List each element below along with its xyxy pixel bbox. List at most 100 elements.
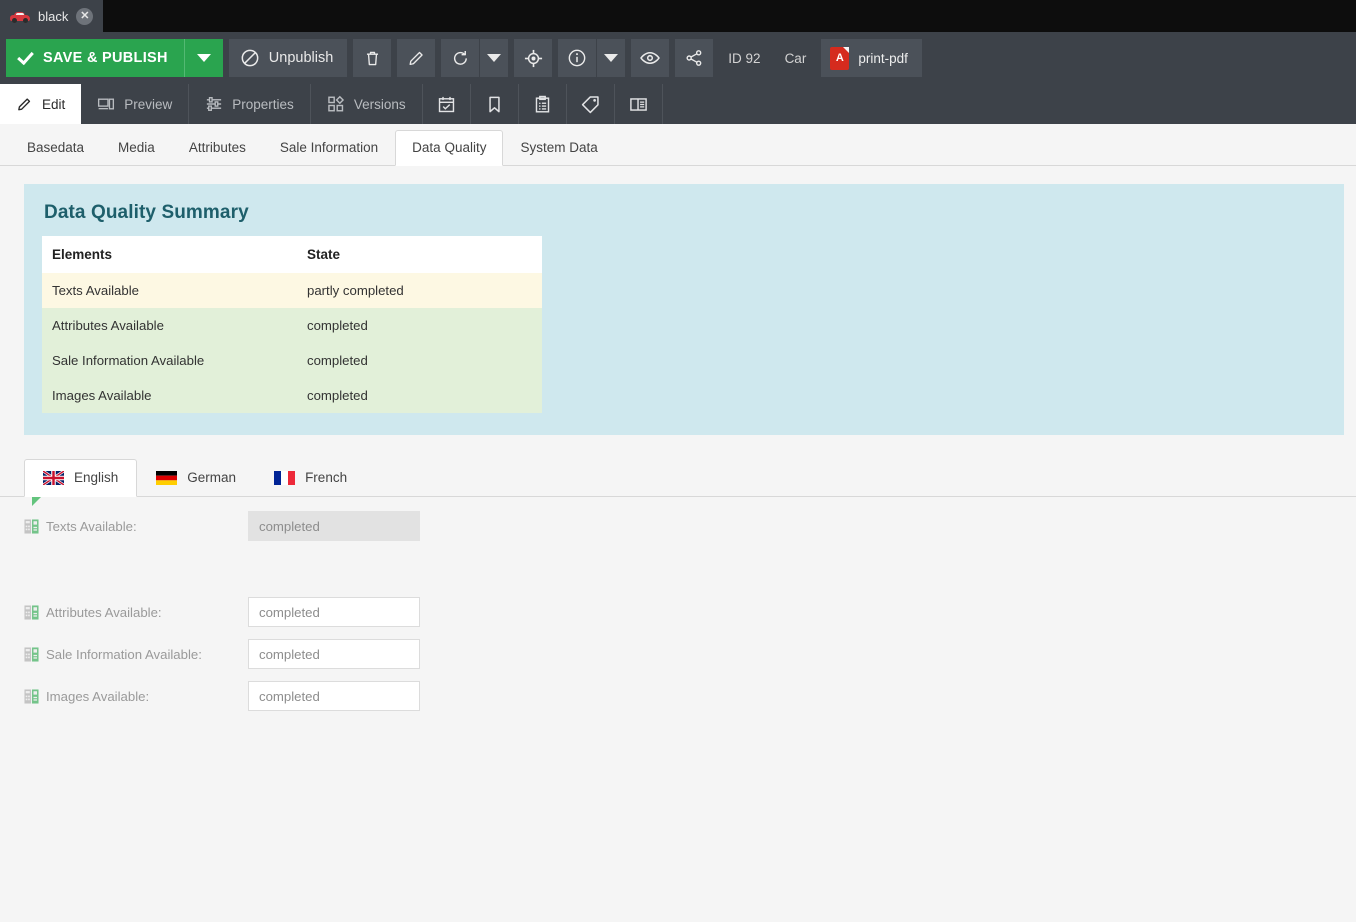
language-tab-german[interactable]: German — [137, 459, 255, 497]
no-entry-icon — [241, 49, 259, 67]
save-and-publish-label: SAVE & PUBLISH — [43, 50, 168, 66]
column-header-state: State — [297, 236, 542, 273]
tab-edit[interactable]: Edit — [0, 84, 82, 124]
calculator-icon — [24, 518, 39, 534]
field-row-images-available: Images Available: completed — [24, 681, 1356, 711]
share-icon — [686, 50, 702, 66]
field-label: Attributes Available: — [46, 604, 162, 620]
row-state: completed — [297, 308, 542, 343]
book-panel-icon — [629, 97, 647, 111]
clipboard-list-icon — [535, 95, 549, 112]
field-label: Sale Information Available: — [46, 646, 202, 662]
sub-tabs: Basedata Media Attributes Sale Informati… — [0, 124, 1356, 166]
save-and-publish-label-wrap[interactable]: SAVE & PUBLISH — [6, 39, 184, 77]
field-value-sale-information-available[interactable]: completed — [248, 639, 420, 669]
print-pdf-button[interactable]: A print-pdf — [821, 39, 922, 77]
row-state: completed — [297, 378, 542, 413]
tab-tasks[interactable] — [519, 84, 567, 124]
subtab-basedata[interactable]: Basedata — [10, 130, 101, 166]
browser-tab-strip: black ✕ — [0, 0, 1356, 32]
close-icon[interactable]: ✕ — [76, 7, 94, 25]
field-value-images-available[interactable]: completed — [248, 681, 420, 711]
document-tab[interactable]: black ✕ — [0, 0, 104, 32]
field-label: Texts Available: — [46, 518, 137, 534]
table-header-row: Elements State — [42, 236, 542, 273]
trash-icon — [366, 51, 378, 65]
data-quality-summary-title: Data Quality Summary — [44, 202, 249, 223]
content-area: Data Quality Summary Elements State Text… — [0, 184, 1356, 922]
field-row-attributes-available: Attributes Available: completed — [24, 597, 1356, 627]
field-label-wrap: Attributes Available: — [24, 605, 248, 620]
tab-edit-label: Edit — [42, 96, 66, 112]
caret-down-icon — [604, 54, 619, 62]
subtab-attributes[interactable]: Attributes — [172, 130, 263, 166]
edit-button[interactable] — [397, 39, 436, 77]
flag-de-icon — [156, 470, 178, 485]
object-type-label: Car — [784, 50, 807, 66]
subtab-system-data[interactable]: System Data — [503, 130, 614, 166]
field-value-texts-available[interactable]: completed — [248, 511, 420, 541]
field-row-texts-available: Texts Available: completed — [24, 497, 1356, 541]
pencil-icon — [18, 97, 31, 110]
preview-button[interactable] — [631, 39, 670, 77]
language-tab-german-label: German — [187, 470, 237, 485]
column-header-elements: Elements — [42, 236, 297, 273]
devices-icon — [98, 98, 115, 110]
tab-preview[interactable]: Preview — [81, 84, 190, 124]
field-value-attributes-available[interactable]: completed — [248, 597, 420, 627]
tab-versions-label: Versions — [353, 96, 406, 112]
tab-schedule[interactable] — [423, 84, 471, 124]
tab-tags[interactable] — [567, 84, 615, 124]
bookmark-icon — [488, 96, 500, 112]
document-tab-title: black — [38, 8, 69, 24]
tab-preview-label: Preview — [124, 96, 173, 112]
tab-layout[interactable] — [615, 84, 663, 124]
row-state: partly completed — [297, 273, 542, 308]
info-button[interactable] — [558, 39, 597, 77]
data-quality-summary-table: Elements State Texts Available partly co… — [42, 236, 542, 413]
field-label-wrap: Texts Available: — [24, 519, 248, 534]
locate-button[interactable] — [514, 39, 553, 77]
reload-dropdown-button[interactable] — [480, 39, 509, 77]
tab-properties[interactable]: Properties — [189, 84, 311, 124]
language-tabs: English German French — [0, 459, 1356, 497]
tab-versions[interactable]: Versions — [311, 84, 423, 124]
language-tab-english-label: English — [74, 470, 119, 485]
table-row: Texts Available partly completed — [42, 273, 542, 308]
save-and-publish-button[interactable]: SAVE & PUBLISH — [6, 39, 223, 77]
pdf-icon: A — [830, 46, 850, 70]
calculator-icon — [24, 688, 39, 704]
language-tab-french[interactable]: French — [255, 459, 366, 497]
row-element: Texts Available — [42, 273, 297, 308]
save-dropdown-button[interactable] — [185, 39, 223, 77]
reload-button[interactable] — [441, 39, 480, 77]
field-label-wrap: Sale Information Available: — [24, 647, 248, 662]
info-dropdown-button[interactable] — [597, 39, 626, 77]
car-icon — [10, 10, 30, 23]
inherited-marker-icon — [32, 497, 41, 506]
subtab-data-quality[interactable]: Data Quality — [395, 130, 504, 166]
language-tab-french-label: French — [305, 470, 348, 485]
flag-fr-icon — [274, 470, 296, 485]
unpublish-label: Unpublish — [268, 50, 334, 66]
calculator-icon — [24, 604, 39, 620]
subtab-media[interactable]: Media — [101, 130, 172, 166]
delete-button[interactable] — [353, 39, 392, 77]
tag-icon — [581, 95, 599, 113]
flag-uk-icon — [43, 470, 64, 485]
check-icon — [17, 47, 34, 65]
table-row: Images Available completed — [42, 378, 542, 413]
subtab-sale-information[interactable]: Sale Information — [263, 130, 395, 166]
eye-icon — [640, 51, 661, 65]
info-icon — [568, 49, 586, 67]
row-element: Attributes Available — [42, 308, 297, 343]
field-row-sale-information-available: Sale Information Available: completed — [24, 639, 1356, 669]
language-tab-english[interactable]: English — [24, 459, 138, 497]
field-label: Images Available: — [46, 688, 150, 704]
field-label-wrap: Images Available: — [24, 689, 248, 704]
tab-bookmarks[interactable] — [471, 84, 519, 124]
table-row: Attributes Available completed — [42, 308, 542, 343]
caret-down-icon — [487, 54, 502, 62]
unpublish-button[interactable]: Unpublish — [228, 39, 348, 77]
share-button[interactable] — [675, 39, 714, 77]
